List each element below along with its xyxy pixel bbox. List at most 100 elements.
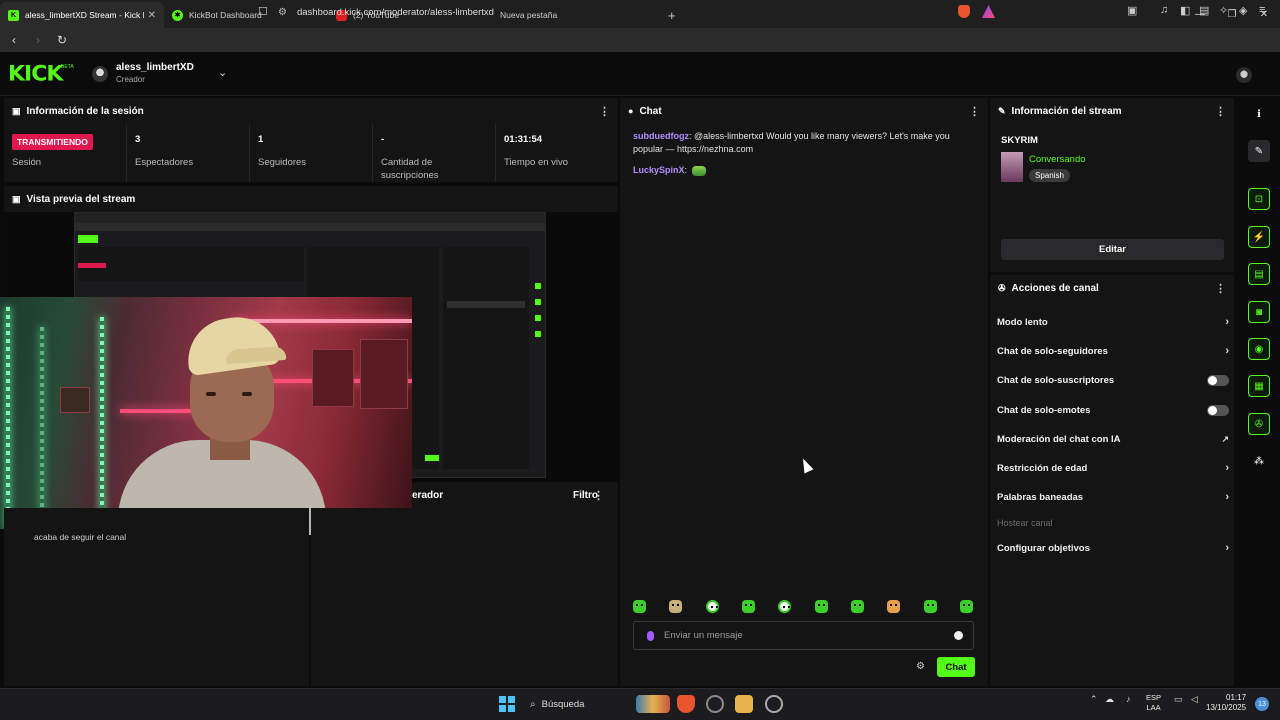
- lang-top: ESP: [1146, 693, 1162, 702]
- mini-sidepanel: [443, 247, 529, 475]
- focus-icon[interactable]: ⊡: [1248, 188, 1270, 210]
- menu-icon[interactable]: ≡: [1259, 4, 1265, 16]
- emote-icon[interactable]: [923, 600, 937, 613]
- document-icon[interactable]: ▤: [1248, 263, 1270, 285]
- action-ai-moderation[interactable]: Moderación del chat con IA ↗: [997, 429, 1229, 449]
- toggle-switch[interactable]: [1207, 404, 1229, 416]
- emote-icon[interactable]: [669, 600, 683, 613]
- notification-badge[interactable]: 13: [1255, 697, 1269, 711]
- sidebar-icon[interactable]: ◧: [1180, 4, 1190, 17]
- pencil-icon[interactable]: ✎: [1248, 140, 1270, 162]
- more-options-icon[interactable]: ⋮: [969, 105, 980, 118]
- url-field[interactable]: ⚙ dashboard.kick.com/moderator/aless-lim…: [278, 3, 954, 21]
- emote-icon[interactable]: [814, 600, 828, 613]
- broadcast-icon[interactable]: ◉: [1248, 338, 1270, 360]
- more-options-icon[interactable]: ⋮: [593, 489, 604, 502]
- chevron-right-icon: ›: [1225, 462, 1229, 474]
- layout-icon[interactable]: ▦: [1248, 375, 1270, 397]
- person-eye: [206, 392, 216, 396]
- mod-log-header: erador Filtro ⋮: [412, 482, 618, 508]
- wall-frame: [60, 387, 90, 413]
- user-avatar[interactable]: [1236, 67, 1252, 83]
- obs-taskbar-icon[interactable]: [706, 695, 724, 713]
- emote-icon[interactable]: [850, 600, 864, 613]
- emote-icon[interactable]: [741, 600, 755, 613]
- send-chat-button[interactable]: Chat: [937, 657, 975, 677]
- more-options-icon[interactable]: ⋮: [1215, 282, 1226, 295]
- category-name[interactable]: Conversando: [1029, 154, 1086, 165]
- media-icon[interactable]: ♫: [1160, 4, 1168, 16]
- action-subscribers-only: Chat de solo-suscriptores: [997, 370, 1229, 390]
- chat-username[interactable]: subduedfogz: [633, 131, 689, 141]
- back-icon[interactable]: ‹: [4, 33, 24, 47]
- avatar[interactable]: [92, 66, 108, 82]
- vpn-icon[interactable]: ◈: [1239, 4, 1247, 17]
- action-banned-words[interactable]: Palabras baneadas ›: [997, 487, 1229, 507]
- reload-icon[interactable]: ↻: [52, 33, 72, 47]
- emote-icon[interactable]: [959, 600, 973, 613]
- kick-logo[interactable]: KICK: [8, 63, 63, 87]
- forward-icon[interactable]: ›: [28, 33, 48, 47]
- cast-icon[interactable]: ▣: [1127, 4, 1137, 17]
- bookmark-icon[interactable]: ☐: [258, 5, 268, 18]
- info-icon[interactable]: ℹ: [1248, 103, 1270, 125]
- more-options-icon[interactable]: ⋮: [599, 105, 610, 118]
- more-options-icon[interactable]: ⋮: [1215, 105, 1226, 118]
- chat-icon[interactable]: ◙: [1248, 301, 1270, 323]
- stat-viewers: 3 Espectadores: [127, 124, 250, 182]
- action-followers-only[interactable]: Chat de solo-seguidores ›: [997, 341, 1229, 361]
- taskbar-clock[interactable]: 01:17 13/10/2025: [1206, 693, 1246, 713]
- volume-icon[interactable]: ◁: [1191, 694, 1198, 705]
- emote-icon[interactable]: [778, 600, 792, 613]
- leo-icon[interactable]: ✧: [1219, 4, 1228, 17]
- search-highlight-image: [636, 695, 670, 713]
- stat-live-time: 01:31:54 Tiempo en vivo: [496, 124, 618, 182]
- chevron-down-icon[interactable]: ⌄: [218, 66, 227, 79]
- emote-icon[interactable]: [887, 600, 901, 613]
- action-age-restriction[interactable]: Restricción de edad ›: [997, 458, 1229, 478]
- windows-start-icon[interactable]: [499, 696, 515, 712]
- chat-input[interactable]: Enviar un mensaje: [633, 621, 974, 650]
- emoji-icon[interactable]: [954, 631, 963, 640]
- site-settings-icon[interactable]: ⚙: [278, 7, 287, 18]
- file-explorer-icon[interactable]: [735, 695, 753, 713]
- chat-username[interactable]: LuckySpinX: [633, 165, 685, 175]
- tray-app-icon[interactable]: ☁: [1105, 694, 1114, 705]
- mic-icon[interactable]: [647, 630, 654, 641]
- mini-logo: [78, 235, 98, 243]
- wallet-icon[interactable]: ▤: [1199, 4, 1209, 17]
- clock-date: 13/10/2025: [1206, 703, 1247, 712]
- chat-panel: ● Chat ⋮: [620, 98, 988, 686]
- brave-shield-icon[interactable]: [958, 5, 970, 18]
- taskbar-search-label: Búsqueda: [541, 698, 585, 710]
- action-host-channel: Hostear canal: [997, 513, 1229, 533]
- channel-name[interactable]: aless_limbertXD: [116, 62, 194, 73]
- tray-mic-icon[interactable]: ♪: [1126, 694, 1131, 704]
- action-slow-mode[interactable]: Modo lento ›: [997, 312, 1229, 332]
- wrench-icon[interactable]: ✇: [1248, 413, 1270, 435]
- emote-icon[interactable]: [705, 600, 719, 613]
- gear-icon[interactable]: ⚙: [916, 661, 925, 672]
- language-indicator[interactable]: ESP LAA: [1146, 693, 1161, 713]
- stat-label: Espectadores: [135, 157, 194, 168]
- poster: [312, 349, 354, 407]
- lightning-icon[interactable]: ⚡: [1248, 226, 1270, 248]
- mod-log-title: erador: [412, 489, 444, 501]
- share-icon[interactable]: ⁂: [1248, 450, 1270, 472]
- toggle-switch[interactable]: [1207, 374, 1229, 386]
- action-emotes-only: Chat de solo-emotes: [997, 400, 1229, 420]
- session-header: ▣ Información de la sesión ⋮: [4, 98, 618, 124]
- action-configure-goals[interactable]: Configurar objetivos ›: [997, 538, 1229, 558]
- taskbar-search[interactable]: ⌕ Búsqueda: [522, 693, 670, 715]
- close-icon[interactable]: ✕: [148, 10, 156, 21]
- emote-icon[interactable]: [633, 600, 646, 613]
- tab-kick-stream[interactable]: K aless_limbertXD Stream - Kick D ✕: [0, 2, 164, 28]
- brave-taskbar-icon[interactable]: [677, 695, 695, 713]
- kickbot-icon: ✱: [172, 9, 183, 21]
- stat-session: TRANSMITIENDO Sesión: [4, 124, 127, 182]
- edit-button[interactable]: Editar: [1001, 239, 1224, 260]
- tray-chevron-icon[interactable]: ⌃: [1090, 694, 1098, 705]
- network-icon[interactable]: ▭: [1174, 694, 1183, 705]
- app-taskbar-icon[interactable]: [765, 695, 783, 713]
- chevron-right-icon: ›: [1225, 316, 1229, 328]
